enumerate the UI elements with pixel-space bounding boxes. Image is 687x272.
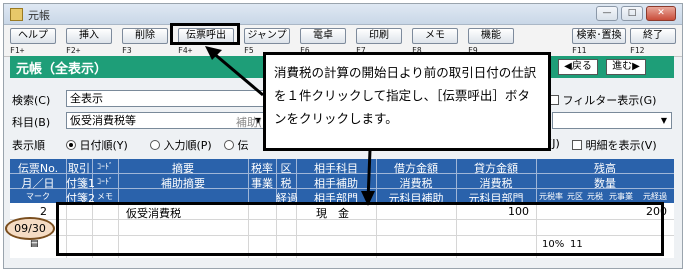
instruction-callout: 消費税の計算の開始日より前の取引日付の仕訳を１件クリックして指定し、［伝票呼出］… (263, 52, 551, 151)
